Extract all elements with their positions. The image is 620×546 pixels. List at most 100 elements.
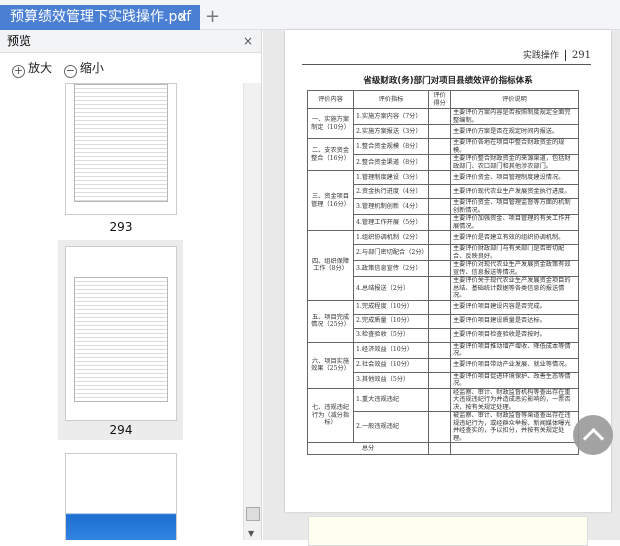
category-cell: 五、项目完成情况（25分） <box>307 299 354 343</box>
scrollbar-thumb[interactable] <box>246 507 260 521</box>
score-cell <box>428 387 451 412</box>
category-cell: 四、组织保障工作（8分） <box>307 230 354 301</box>
document-view: 实践操作 291 省级财政(务)部门对项目县绩效评价指标体系 评价内容 评价指标 … <box>263 30 620 546</box>
indicator-cell: 1.整合资金规模（8分） <box>353 138 429 155</box>
table-row: 五、项目完成情况（25分） 1.完成程度（10分） 主要评价项目建设内容是否完成。 <box>307 299 579 343</box>
indicator-cell: 3.政策信息宣传（2分） <box>353 260 429 277</box>
scroll-to-top-button[interactable] <box>573 415 613 455</box>
score-cell <box>428 154 451 171</box>
description-cell: 主要评价方案内容是否按照制度规定全面完整编制。 <box>450 108 579 125</box>
running-header: 实践操作 <box>522 51 559 61</box>
page-label-294: 294 <box>109 423 133 437</box>
indicator-cell: 2.完成质量（10分） <box>353 313 429 329</box>
description-cell: 主要评价财政部门与有关部门是否密切配合、反映良好。 <box>450 244 579 261</box>
description-cell: 主要评价各地在项目中整合财政资金的规模。 <box>450 138 579 155</box>
indicator-cell: 1.实施方案内容（7分） <box>353 108 429 125</box>
description-cell: 主要评价项目建设质量是否达标。 <box>450 313 579 329</box>
indicator-cell: 3.检查验收（5分） <box>353 327 429 343</box>
scroll-down-icon[interactable]: ▼ <box>248 529 254 538</box>
table-row: 六、项目实施效果（25分） 1.经济效益（10分） 主要评价项目推动增产增收、降低成… <box>307 341 579 389</box>
indicator-cell: 2.实施方案报送（3分） <box>353 124 429 139</box>
zoom-out-label: 缩小 <box>79 61 104 75</box>
description-cell: 主要评价项目促进环境保护、改善生态等情况。 <box>450 371 579 389</box>
score-cell <box>428 327 451 343</box>
document-tab[interactable]: 预算绩效管理下实践操作.pdf × <box>0 5 200 30</box>
description-cell: 主要评价关于现代农业生产发展资金项目的总结、基础统计数据等各类信息的报送情况。 <box>450 276 579 301</box>
tab-bar: 预算绩效管理下实践操作.pdf × + <box>0 0 620 30</box>
description-cell: 主要评价项目带动产业发展、就业等情况。 <box>450 357 579 373</box>
score-cell <box>428 442 451 455</box>
zoom-in-icon: + <box>12 64 25 78</box>
indicator-table: 评价内容 评价指标 评价得分 评价说明 一、实施方案制定（10分） 1.实施方案内… <box>307 90 579 455</box>
description-cell: 主要评价现代农业生产发展资金执行进度。 <box>450 184 579 199</box>
score-cell <box>428 244 451 261</box>
page-thumbnail-293[interactable] <box>65 83 177 215</box>
indicator-cell: 2.整合资金渠道（8分） <box>353 154 429 171</box>
col-header: 评价得分 <box>428 90 451 109</box>
score-cell <box>428 170 451 185</box>
description-cell: 主要评价加强资金、项目管理的有关工作开展情况。 <box>450 214 579 231</box>
table-row: 四、组织保障工作（8分） 1.组织协调机制（2分） 主要评价是否建立有效的组织协调机… <box>307 230 579 301</box>
category-cell: 七、违规违纪行为（减分指标） <box>307 387 354 443</box>
category-cell: 三、资金项目管理（16分） <box>307 170 354 231</box>
indicator-cell: 2.与部门密切配合（2分） <box>353 244 429 261</box>
zoom-out-icon: − <box>63 64 77 78</box>
total-row: 总分 <box>307 442 579 455</box>
indicator-cell: 3.管理机制创新（4分） <box>353 198 429 215</box>
indicator-cell: 2.社会效益（10分） <box>353 357 429 373</box>
description-cell: 主要评价是否建立有效的组织协调机制。 <box>450 230 579 245</box>
page-header: 实践操作 291 <box>302 48 591 65</box>
close-tab-icon[interactable]: × <box>177 5 188 30</box>
score-cell <box>428 411 451 443</box>
thumbnail-list: 293 294 <box>0 83 243 540</box>
indicator-cell: 1.重大违规违纪 <box>353 387 429 412</box>
indicator-cell: 4.管理工作开展（5分） <box>353 214 429 231</box>
indicator-cell: 2.一般违规违纪 <box>353 411 429 443</box>
description-cell <box>450 442 579 455</box>
table-row: 一、实施方案制定（10分） 1.实施方案内容（7分） 主要评价方案内容是否按照制度规… <box>307 108 579 139</box>
zoom-in-button[interactable]: + 放大 <box>12 61 56 78</box>
category-cell: 六、项目实施效果（25分） <box>307 341 354 389</box>
indicator-cell: 4.总结报送（2分） <box>353 276 429 301</box>
description-cell: 主要评价项目检查验收是否按时。 <box>450 327 579 343</box>
thumbnail-scrollbar[interactable]: ▼ <box>243 83 261 540</box>
score-cell <box>428 341 451 359</box>
score-cell <box>428 124 451 139</box>
indicator-cell: 1.经济效益（10分） <box>353 341 429 359</box>
next-page <box>308 516 588 546</box>
zoom-out-button[interactable]: − 缩小 <box>63 61 108 78</box>
page-thumbnail-294[interactable] <box>65 246 177 421</box>
table-row: 二、支农资金整合（16分） 1.整合资金规模（8分） 主要评价各地在项目中整合财政资… <box>307 138 579 171</box>
indicator-cell: 2.资金执行进度（4分） <box>353 184 429 199</box>
score-cell <box>428 108 451 125</box>
score-cell <box>428 230 451 245</box>
description-cell: 主要评价资金、项目管理制度建设情况。 <box>450 170 579 185</box>
score-cell <box>428 138 451 155</box>
score-cell <box>428 276 451 301</box>
pdf-page: 实践操作 291 省级财政(务)部门对项目县绩效评价指标体系 评价内容 评价指标 … <box>285 30 611 512</box>
col-header: 评价指标 <box>353 90 429 109</box>
score-cell <box>428 260 451 277</box>
new-tab-button[interactable]: + <box>205 5 220 29</box>
indicator-cell: 1.组织协调机制（2分） <box>353 230 429 245</box>
description-cell: 被监察、审计、财政监督等渠道查出存在违规违纪行为，或经群众举报、新闻媒体曝光并经… <box>450 411 579 443</box>
category-cell: 一、实施方案制定（10分） <box>307 108 354 139</box>
col-header: 评价说明 <box>450 90 579 109</box>
description-cell: 主要评价整合财政资金的来源渠道，包括财政部门、农口部门和其他涉农部门。 <box>450 154 579 171</box>
page-label-293: 293 <box>109 220 133 234</box>
table-row: 三、资金项目管理（16分） 1.管理制度建设（3分） 主要评价资金、项目管理制度建设… <box>307 170 579 231</box>
description-cell: 主要评价方案是否在规定时间内报送。 <box>450 124 579 139</box>
zoom-in-label: 放大 <box>28 61 53 75</box>
page-thumbnail-295[interactable] <box>65 453 177 540</box>
description-cell: 主要评价资金、项目管理监督等方面的机制创新情况。 <box>450 198 579 215</box>
close-preview-icon[interactable]: × <box>243 30 253 53</box>
indicator-cell: 1.完成程度（10分） <box>353 299 429 315</box>
total-label: 总分 <box>307 442 429 455</box>
preview-panel: 预览 × + 放大 − 缩小 293 294 ▼ <box>0 30 262 540</box>
score-cell <box>428 371 451 389</box>
score-cell <box>428 299 451 315</box>
score-cell <box>428 214 451 231</box>
indicator-cell: 1.管理制度建设（3分） <box>353 170 429 185</box>
description-cell: 主要评价项目推动增产增收、降低成本等情况。 <box>450 341 579 359</box>
score-cell <box>428 313 451 329</box>
